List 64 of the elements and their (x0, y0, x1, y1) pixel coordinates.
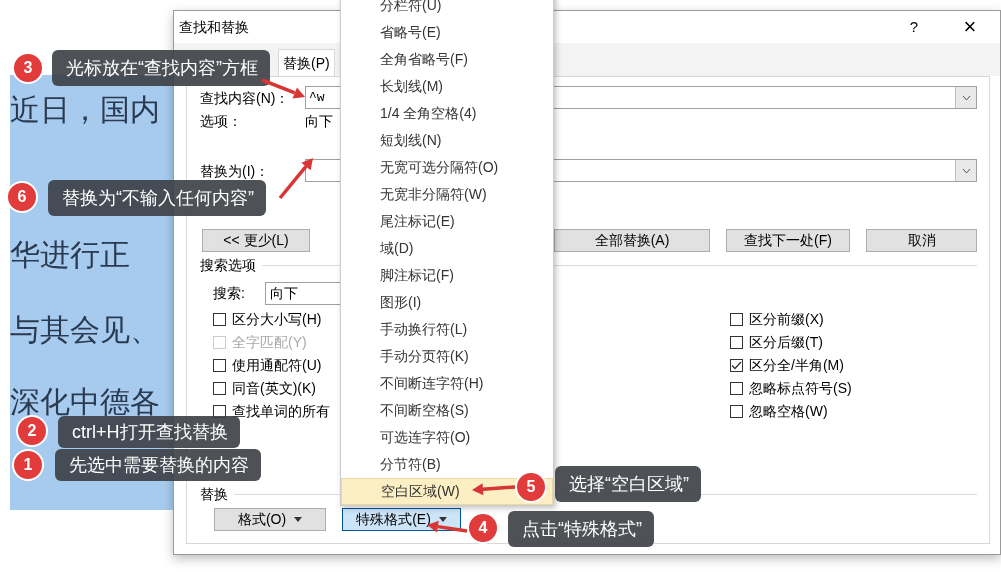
checkmark-icon (731, 361, 742, 370)
menu-item[interactable]: 不间断连字符(H) (341, 370, 553, 397)
callout-label: 先选中需要替换的内容 (55, 449, 261, 481)
checkbox[interactable] (730, 336, 743, 349)
section-title: 替换 (200, 484, 228, 504)
window-title: 查找和替换 (179, 17, 249, 37)
caret-icon (438, 517, 447, 522)
menu-item[interactable]: 短划线(N) (341, 127, 553, 154)
search-label: 搜索: (213, 284, 246, 303)
checkbox[interactable] (730, 313, 743, 326)
checkbox[interactable] (730, 382, 743, 395)
options-label: 选项： (200, 111, 243, 131)
checkbox[interactable] (213, 382, 226, 395)
help-button[interactable]: ? (904, 15, 924, 39)
dialog-button[interactable]: 全部替换(A) (554, 229, 710, 252)
menu-item[interactable]: 可选连字符(O) (341, 424, 553, 451)
dropdown-button[interactable]: 特殊格式(E) (342, 508, 461, 531)
menu-item[interactable]: 尾注标记(E) (341, 208, 553, 235)
document-text: 近日，国内 (10, 92, 160, 128)
step-number-badge: 6 (6, 181, 38, 213)
checkbox[interactable] (730, 405, 743, 418)
dialog-button[interactable]: 查找下一处(F) (726, 229, 850, 252)
caret-icon (294, 517, 303, 522)
checkbox-label: 全字匹配(Y) (232, 333, 307, 352)
dialog-tab[interactable]: 替换(P) (278, 49, 335, 76)
close-button[interactable]: × (960, 16, 980, 38)
checkbox[interactable] (213, 359, 226, 372)
document-text: 与其会见、 (10, 312, 160, 348)
callout-label: 替换为“不输入任何内容” (48, 180, 266, 216)
menu-item[interactable]: 手动换行符(L) (341, 316, 553, 343)
checkbox-label: 忽略标点符号(S) (749, 379, 852, 398)
chevron-down-icon (961, 167, 971, 174)
checkbox-label: 使用通配符(U) (232, 356, 322, 375)
step-number-badge: 3 (12, 52, 44, 84)
menu-item[interactable]: 全角省略号(F) (341, 46, 553, 73)
menu-item[interactable]: 手动分页符(K) (341, 343, 553, 370)
pointer-arrow (472, 483, 516, 496)
field-label: 替换为(I)： (200, 162, 270, 179)
checkbox[interactable] (213, 313, 226, 326)
document-text: 华进行正 (10, 237, 130, 273)
checkbox-label: 区分后缀(T) (749, 333, 823, 352)
menu-item[interactable]: 域(D) (341, 235, 553, 262)
options-value: 向下 (305, 111, 333, 131)
checkbox-label: 忽略空格(W) (749, 402, 828, 421)
menu-item[interactable]: 省略号(E) (341, 19, 553, 46)
pointer-arrow (278, 158, 313, 200)
callout-label: ctrl+H打开查找替换 (58, 416, 240, 448)
callout-label: 光标放在“查找内容”方框 (52, 50, 270, 86)
less-button[interactable]: << 更少(L) (202, 229, 310, 252)
menu-item[interactable]: 不间断空格(S) (341, 397, 553, 424)
checkbox-label: 同音(英文)(K) (232, 379, 316, 398)
field-label: 查找内容(N)： (200, 89, 290, 106)
dialog-button[interactable]: 取消 (866, 229, 977, 252)
callout-label: 点击“特殊格式” (508, 511, 654, 547)
section-title: 搜索选项 (200, 255, 256, 275)
checkbox-label: 区分前缀(X) (749, 310, 824, 329)
dropdown-button[interactable]: 格式(O) (214, 508, 326, 531)
checkbox-label: 区分全/半角(M) (749, 356, 844, 375)
menu-item[interactable]: 无宽可选分隔符(O) (341, 154, 553, 181)
checkbox-label: 区分大小写(H) (232, 310, 322, 329)
chevron-down-icon (961, 94, 971, 101)
callout-label: 选择“空白区域” (555, 466, 701, 502)
checkbox[interactable] (730, 359, 743, 372)
menu-item[interactable]: 无宽非分隔符(W) (341, 181, 553, 208)
